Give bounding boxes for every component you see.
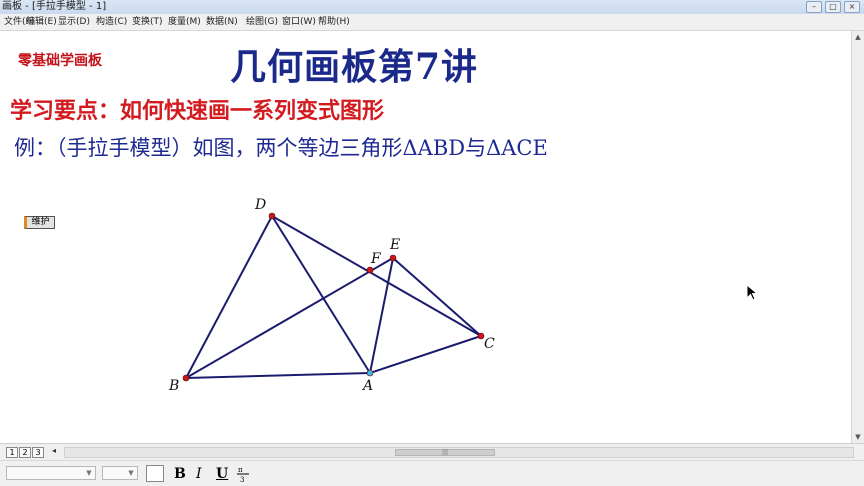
svg-text:π: π bbox=[238, 466, 243, 474]
point-b[interactable] bbox=[182, 374, 190, 382]
page-bar: 1 2 3 ◂ ||| bbox=[0, 443, 864, 460]
text-format-toolbar: ▼ ▼ B I U π 3 bbox=[0, 460, 864, 486]
geometry-figure: D FE C B A bbox=[168, 197, 495, 394]
bold-button[interactable]: B bbox=[174, 464, 186, 484]
point-label-f: F bbox=[370, 251, 382, 267]
font-family-select[interactable]: ▼ bbox=[6, 466, 96, 480]
font-size-select[interactable]: ▼ bbox=[102, 466, 138, 480]
page-tab-3[interactable]: 3 bbox=[32, 447, 44, 458]
italic-button[interactable]: I bbox=[196, 464, 202, 484]
point-d[interactable] bbox=[268, 212, 276, 220]
point-label-b: B bbox=[168, 378, 179, 394]
mouse-cursor-icon bbox=[746, 284, 758, 301]
horizontal-scroll-thumb[interactable]: ||| bbox=[395, 449, 495, 456]
point-a[interactable] bbox=[366, 369, 374, 377]
figure-segments bbox=[185, 215, 482, 379]
underline-button[interactable]: U bbox=[216, 464, 228, 484]
segment-ac[interactable] bbox=[369, 335, 482, 374]
text-color-swatch[interactable] bbox=[146, 465, 164, 482]
point-f[interactable] bbox=[366, 266, 374, 274]
page-tab-2[interactable]: 2 bbox=[19, 447, 31, 458]
page-tab-1[interactable]: 1 bbox=[6, 447, 18, 458]
point-label-a: A bbox=[361, 378, 373, 394]
svg-text:3: 3 bbox=[240, 476, 244, 483]
point-label-d: D bbox=[254, 197, 266, 213]
segment-ec[interactable] bbox=[392, 257, 482, 337]
chevron-down-icon: ▼ bbox=[128, 469, 134, 477]
horizontal-scrollbar[interactable]: ||| bbox=[64, 447, 854, 458]
segment-ba[interactable] bbox=[185, 372, 371, 379]
segment-da[interactable] bbox=[271, 215, 371, 374]
point-label-e: E bbox=[389, 237, 400, 253]
point-e[interactable] bbox=[389, 254, 397, 262]
point-label-c: C bbox=[484, 336, 495, 352]
page-scroll-left-icon[interactable]: ◂ bbox=[52, 446, 56, 455]
fraction-icon[interactable]: π 3 bbox=[236, 465, 250, 483]
segment-dc[interactable] bbox=[271, 215, 482, 337]
figure-labels: D FE C B A bbox=[168, 197, 495, 394]
chevron-down-icon: ▼ bbox=[86, 469, 92, 477]
